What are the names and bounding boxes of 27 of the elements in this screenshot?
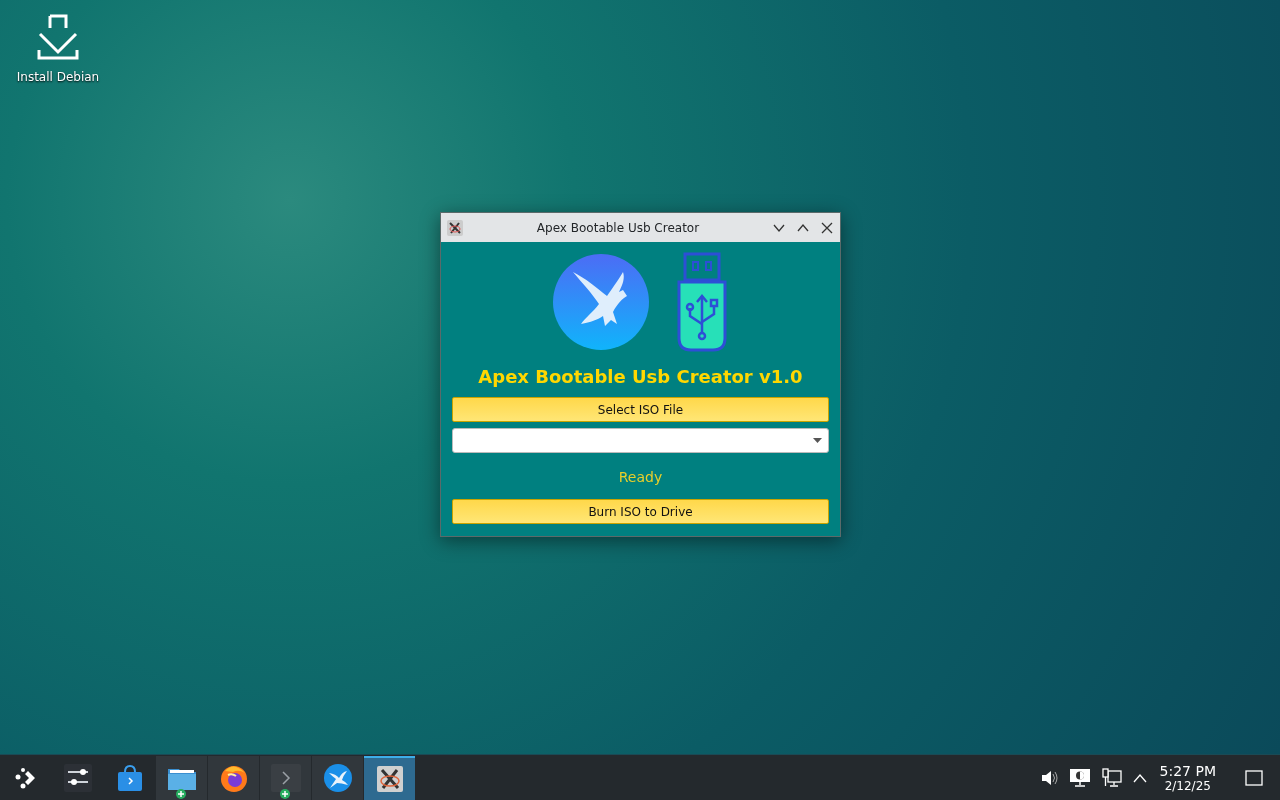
clock-time[interactable]: 5:27 PM bbox=[1159, 762, 1216, 779]
taskbar-button[interactable] bbox=[156, 755, 207, 800]
show-desktop-icon[interactable] bbox=[1245, 769, 1263, 786]
shopping-bag-icon bbox=[116, 763, 143, 792]
taskbar-button[interactable] bbox=[364, 755, 415, 800]
dropdown-caret-icon bbox=[813, 438, 822, 443]
status-text: Ready bbox=[617, 469, 664, 485]
window-title: Apex Bootable Usb Creator bbox=[535, 220, 701, 235]
taskbar-button[interactable] bbox=[208, 755, 259, 800]
desktop-icon-label[interactable]: Install Debian bbox=[16, 70, 100, 84]
expand-tray-icon[interactable] bbox=[1132, 772, 1147, 783]
app-heading: Apex Bootable Usb Creator v1.0 bbox=[477, 366, 804, 387]
monitor-icon[interactable] bbox=[1068, 767, 1091, 788]
eagle-logo-icon bbox=[552, 254, 649, 350]
sliders-icon bbox=[63, 763, 92, 792]
close-icon[interactable] bbox=[821, 221, 833, 234]
x-logo-icon bbox=[447, 219, 463, 236]
clock-date[interactable]: 2/12/25 bbox=[1164, 778, 1211, 793]
burn-iso-button[interactable]: Burn ISO to Drive bbox=[452, 499, 829, 524]
x-logo-icon bbox=[376, 765, 403, 792]
network-icon[interactable] bbox=[1101, 767, 1122, 788]
select-iso-button[interactable]: Select ISO File bbox=[452, 397, 829, 422]
download-icon[interactable] bbox=[35, 14, 81, 62]
terminal-icon bbox=[270, 763, 301, 792]
taskbar-button[interactable] bbox=[312, 755, 363, 800]
bird-logo-icon bbox=[323, 763, 352, 792]
volume-icon[interactable] bbox=[1039, 768, 1058, 787]
